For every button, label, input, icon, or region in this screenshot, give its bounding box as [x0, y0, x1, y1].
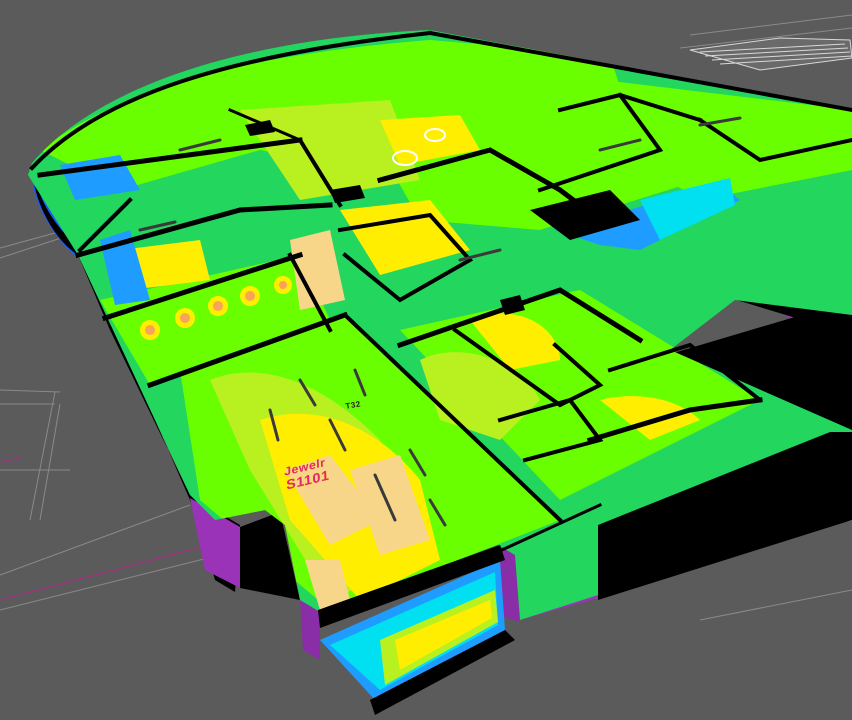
3d-viewport[interactable]: Jewelr S1101 T32	[0, 0, 852, 720]
rooftop-grate	[689, 37, 852, 71]
scene-svg	[0, 14, 852, 715]
